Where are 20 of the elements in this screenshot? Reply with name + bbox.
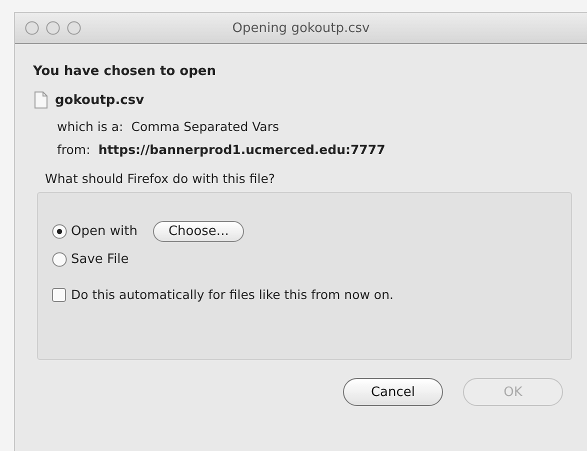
radio-button[interactable] <box>52 252 67 266</box>
document-icon <box>33 91 49 109</box>
from-label: from: <box>57 142 90 157</box>
window-title: Opening gokoutp.csv <box>232 20 370 36</box>
choose-button[interactable]: Choose... <box>153 220 244 242</box>
from-value: https://bannerprod1.ucmerced.edu:7777 <box>98 142 386 157</box>
option-label[interactable]: Open with <box>71 224 138 238</box>
window-control-icon[interactable] <box>46 21 60 35</box>
option-label[interactable]: Save File <box>71 252 129 266</box>
window-control-icon[interactable] <box>25 21 39 35</box>
cancel-button[interactable]: Cancel <box>343 378 443 406</box>
type-value: Comma Separated Vars <box>131 119 279 134</box>
question-text: What should Firefox do with this file? <box>45 171 276 186</box>
radio-button[interactable] <box>52 224 67 238</box>
type-label: which is a: <box>57 119 124 134</box>
checkbox[interactable] <box>52 288 66 302</box>
heading-text: You have chosen to open <box>33 64 217 79</box>
checkbox-label[interactable]: Do this automatically for files like this from now on. <box>71 287 394 302</box>
window-control-icon[interactable] <box>67 21 81 35</box>
file-name: gokoutp.csv <box>55 92 144 108</box>
